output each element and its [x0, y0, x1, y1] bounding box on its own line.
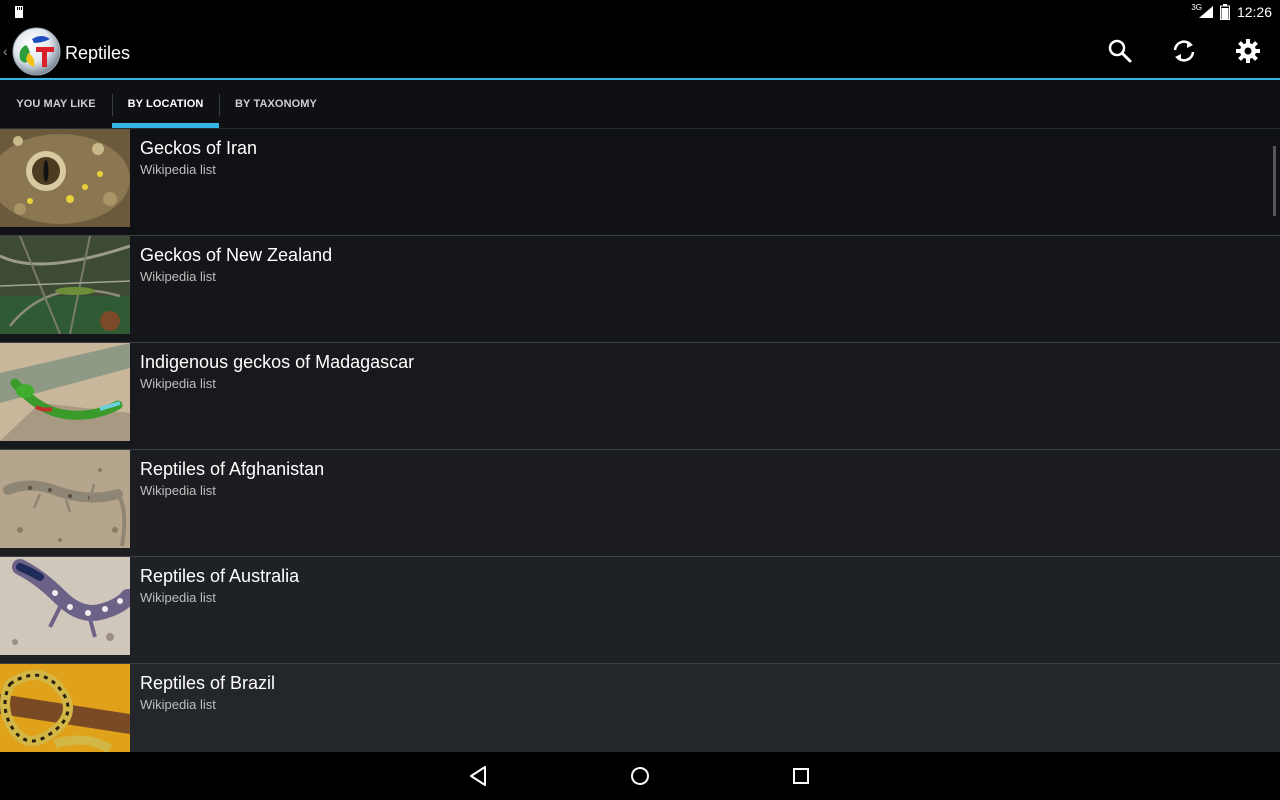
list-item[interactable]: Reptiles of Australia Wikipedia list	[0, 557, 1280, 664]
item-subtitle: Wikipedia list	[140, 269, 216, 284]
list-item[interactable]: Reptiles of Afghanistan Wikipedia list	[0, 450, 1280, 557]
item-subtitle: Wikipedia list	[140, 162, 216, 177]
tab-indicator	[112, 123, 219, 128]
thumbnail-image	[0, 664, 130, 752]
item-title: Geckos of New Zealand	[140, 245, 333, 265]
thumbnail-image	[0, 450, 130, 548]
thumbnail-image	[0, 557, 130, 655]
thumbnail-image	[0, 343, 130, 441]
tab-you-may-like[interactable]: YOU MAY LIKE	[0, 80, 112, 128]
list-item[interactable]: Reptiles of Brazil Wikipedia list	[0, 664, 1280, 752]
item-title: Reptiles of Afghanistan	[140, 459, 325, 479]
category-list[interactable]: Geckos of Iran Wikipedia list Geckos of …	[0, 129, 1280, 752]
item-subtitle: Wikipedia list	[140, 697, 216, 712]
action-bar	[0, 24, 1280, 78]
item-title: Reptiles of Brazil	[140, 673, 276, 693]
thumbnail-image	[0, 129, 130, 227]
list-item[interactable]: Geckos of New Zealand Wikipedia list	[0, 236, 1280, 343]
search-icon[interactable]	[1106, 37, 1134, 65]
item-title: Indigenous geckos of Madagascar	[140, 352, 415, 372]
home-icon[interactable]	[628, 764, 652, 788]
item-subtitle: Wikipedia list	[140, 590, 216, 605]
tab-label: BY TAXONOMY	[235, 98, 317, 110]
item-title: Reptiles of Australia	[140, 566, 300, 586]
list-item[interactable]: Geckos of Iran Wikipedia list	[0, 129, 1280, 236]
battery-icon	[1220, 4, 1230, 20]
app-title: Reptiles	[65, 43, 131, 63]
tab-by-taxonomy[interactable]: BY TAXONOMY	[219, 80, 333, 128]
up-caret-icon[interactable]: ‹	[3, 42, 8, 60]
sd-card-icon	[15, 6, 23, 18]
status-bar: 3G 12:26	[0, 0, 1280, 24]
status-time: 12:26	[1236, 4, 1272, 20]
settings-icon[interactable]	[1234, 37, 1262, 65]
signal-icon	[1199, 6, 1213, 18]
item-subtitle: Wikipedia list	[140, 376, 216, 391]
tab-label: YOU MAY LIKE	[16, 98, 96, 110]
tab-bar: YOU MAY LIKE BY LOCATION BY TAXONOMY	[0, 80, 1280, 129]
navigation-bar	[0, 752, 1280, 800]
thumbnail-image	[0, 236, 130, 334]
refresh-icon[interactable]	[1170, 37, 1198, 65]
item-title: Geckos of Iran	[140, 138, 258, 158]
tab-by-location[interactable]: BY LOCATION	[112, 80, 219, 128]
list-scrollbar[interactable]	[1273, 146, 1276, 216]
back-icon[interactable]	[466, 764, 490, 788]
recents-icon[interactable]	[789, 764, 813, 788]
list-item[interactable]: Indigenous geckos of Madagascar Wikipedi…	[0, 343, 1280, 450]
item-subtitle: Wikipedia list	[140, 483, 216, 498]
app-logo[interactable]	[12, 27, 61, 76]
tab-label: BY LOCATION	[127, 98, 204, 110]
